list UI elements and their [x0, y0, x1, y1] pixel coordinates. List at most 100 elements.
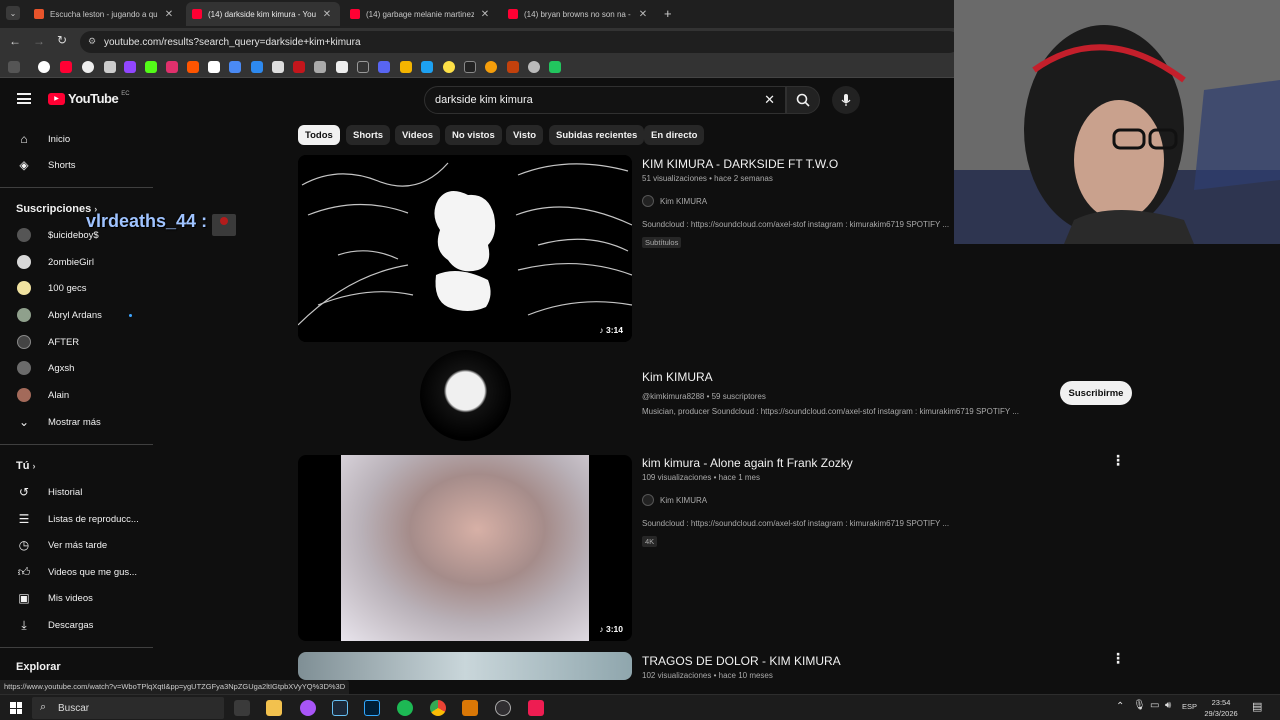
bookmark-icon[interactable] [82, 61, 94, 73]
channel-link[interactable]: Kim KIMURA [642, 494, 707, 506]
subscribe-button[interactable]: Suscribirme [1060, 381, 1132, 405]
sidebar-item-subscription[interactable]: Abryl Ardans [0, 302, 155, 328]
youtube-logo[interactable]: ▶ YouTube EC [48, 91, 130, 106]
app-icon[interactable] [462, 700, 478, 716]
tiktok-icon[interactable] [528, 700, 544, 716]
bookmark-icon[interactable] [60, 61, 72, 73]
network-icon[interactable]: ▭ [1150, 700, 1159, 711]
bookmark-icon[interactable] [208, 61, 220, 73]
browser-tab[interactable]: (14) bryan browns no son na - Y ✕ [502, 2, 656, 26]
search-button[interactable] [786, 86, 820, 114]
windows-start-icon[interactable] [10, 702, 22, 714]
sidebar-item-subscription[interactable]: 2ombieGirl [0, 249, 155, 275]
bookmark-icon[interactable] [166, 61, 178, 73]
channel-avatar-large[interactable] [420, 350, 511, 441]
chip-recently-uploaded[interactable]: Subidas recientes [549, 125, 645, 145]
chip-unwatched[interactable]: No vistos [445, 125, 502, 145]
photoshop-icon[interactable] [364, 700, 380, 716]
video-thumbnail[interactable] [298, 652, 632, 680]
bookmark-icon[interactable] [357, 61, 369, 73]
bookmark-icon[interactable] [104, 61, 116, 73]
microphone-icon[interactable]: 🎙︎ [1133, 700, 1146, 711]
chip-shorts[interactable]: Shorts [346, 125, 391, 145]
search-input[interactable]: darkside kim kimura ✕ [424, 86, 786, 114]
bookmark-icon[interactable] [293, 61, 305, 73]
close-tab-icon[interactable]: ✕ [322, 9, 332, 20]
sidebar-item-playlists[interactable]: ☰ Listas de reproducc... [0, 506, 155, 532]
bookmark-icon[interactable] [251, 61, 263, 73]
video-thumbnail[interactable]: ♪ 3:14 [298, 155, 632, 342]
steam-icon[interactable] [332, 700, 348, 716]
chip-all[interactable]: Todos [298, 125, 340, 145]
bookmark-icon[interactable] [549, 61, 561, 73]
chip-watched[interactable]: Visto [506, 125, 544, 145]
bookmark-icon[interactable] [378, 61, 390, 73]
obs-icon[interactable] [495, 700, 511, 716]
new-tab-button[interactable]: + [664, 6, 672, 21]
file-explorer-icon[interactable] [266, 700, 282, 716]
show-more-button[interactable]: ⌄ Mostrar más [0, 409, 155, 435]
bookmark-icon[interactable] [38, 61, 50, 73]
system-clock[interactable]: 23:54 29/3/2026 [1196, 697, 1246, 719]
video-title[interactable]: KIM KIMURA - DARKSIDE FT T.W.O [642, 157, 838, 171]
menu-icon[interactable] [17, 93, 31, 104]
forward-icon[interactable]: → [33, 34, 45, 48]
bookmark-icon[interactable] [400, 61, 412, 73]
chip-live[interactable]: En directo [644, 125, 705, 145]
voice-search-button[interactable] [832, 86, 860, 114]
more-options-icon[interactable]: ⋮ [1111, 650, 1125, 667]
bookmark-icon[interactable] [145, 61, 157, 73]
back-icon[interactable]: ← [9, 34, 21, 48]
more-options-icon[interactable]: ⋮ [1111, 452, 1125, 469]
bookmark-icon[interactable] [229, 61, 241, 73]
sidebar-item-subscription[interactable]: AFTER [0, 329, 155, 355]
clear-search-icon[interactable]: ✕ [764, 92, 775, 108]
bookmark-icon[interactable] [336, 61, 348, 73]
tab-search-button[interactable]: ⌄ [6, 6, 20, 20]
sidebar-item-home[interactable]: ⌂ Inicio [0, 126, 155, 152]
sidebar-item-history[interactable]: ↺ Historial [0, 479, 155, 505]
sidebar-item-subscription[interactable]: Agxsh [0, 355, 155, 381]
bookmark-icon[interactable] [464, 61, 476, 73]
bookmark-icon[interactable] [187, 61, 199, 73]
bookmark-icon[interactable] [124, 61, 136, 73]
bookmark-icon[interactable] [528, 61, 540, 73]
close-tab-icon[interactable]: ✕ [480, 9, 490, 20]
bookmark-icon[interactable] [507, 61, 519, 73]
bookmark-icon[interactable] [485, 61, 497, 73]
sidebar-item-shorts[interactable]: ◈ Shorts [0, 152, 155, 178]
tray-chevron-icon[interactable]: ⌃ [1116, 701, 1124, 712]
video-title[interactable]: TRAGOS DE DOLOR - KIM KIMURA [642, 654, 841, 668]
sidebar-item-liked[interactable]: 👍︎ Videos que me gus... [0, 559, 155, 585]
video-thumbnail[interactable]: ♪ 3:10 [298, 455, 632, 641]
sidebar-item-watch-later[interactable]: ◷ Ver más tarde [0, 532, 155, 558]
spotify-icon[interactable] [397, 700, 413, 716]
site-info-icon[interactable]: ⚙ [88, 36, 96, 47]
browser-tab[interactable]: (14) garbage melanie martinez ✕ [344, 2, 498, 26]
channel-name[interactable]: Kim KIMURA [642, 370, 713, 384]
browser-tab[interactable]: Escucha leston - jugando a que ✕ [28, 2, 182, 26]
app-icon[interactable] [300, 700, 316, 716]
language-indicator[interactable]: ESP [1182, 702, 1197, 711]
you-heading[interactable]: Tú › [16, 460, 36, 472]
sidebar-item-downloads[interactable]: ⤓ Descargas [0, 612, 155, 638]
bookmark-icon[interactable] [443, 61, 455, 73]
close-tab-icon[interactable]: ✕ [164, 9, 174, 20]
chrome-icon[interactable] [430, 700, 446, 716]
task-view-icon[interactable] [234, 700, 250, 716]
sidebar-item-your-videos[interactable]: ▣ Mis videos [0, 585, 155, 611]
bookmark-icon[interactable] [421, 61, 433, 73]
browser-tab-active[interactable]: (14) darkside kim kimura - YouT ✕ [186, 2, 340, 26]
taskbar-search[interactable]: ⌕ Buscar [32, 697, 224, 719]
bookmark-icon[interactable] [314, 61, 326, 73]
address-bar[interactable]: ⚙ youtube.com/results?search_query=darks… [80, 31, 960, 53]
video-title[interactable]: kim kimura - Alone again ft Frank Zozky [642, 456, 853, 470]
close-tab-icon[interactable]: ✕ [638, 9, 648, 20]
volume-icon[interactable]: 🔊︎ [1165, 700, 1171, 711]
channel-link[interactable]: Kim KIMURA [642, 195, 707, 207]
sidebar-item-subscription[interactable]: Alain [0, 382, 155, 408]
notifications-icon[interactable]: ▤ [1252, 700, 1262, 713]
sidebar-item-subscription[interactable]: 100 gecs [0, 275, 155, 301]
chip-videos[interactable]: Videos [395, 125, 440, 145]
apps-grid-icon[interactable] [8, 61, 20, 73]
